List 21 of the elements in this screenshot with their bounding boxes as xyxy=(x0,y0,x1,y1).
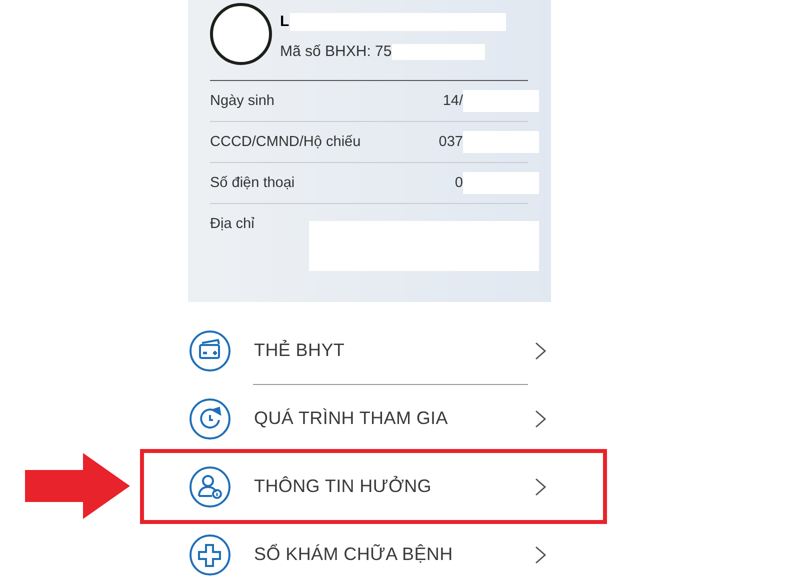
detail-label: Số điện thoại xyxy=(210,174,295,192)
user-info-icon xyxy=(189,466,231,508)
detail-value: 0 xyxy=(454,174,463,192)
plus-icon xyxy=(189,534,231,576)
detail-value: 037 xyxy=(438,133,463,151)
card-icon xyxy=(189,330,231,372)
chevron-icon xyxy=(535,478,546,496)
detail-value: 14/ xyxy=(442,92,463,110)
menu-item[interactable]: QUÁ TRÌNH THAM GIA xyxy=(188,385,552,452)
user-name: L xyxy=(280,13,290,31)
chevron-icon xyxy=(535,342,546,360)
clock-refresh-icon xyxy=(189,398,231,440)
detail-label: CCCD/CMND/Hộ chiếu xyxy=(210,133,361,151)
detail-label: Địa chỉ xyxy=(210,215,254,233)
detail-label: Ngày sinh xyxy=(210,92,274,110)
menu-item[interactable]: THẺ BHYT xyxy=(188,317,552,384)
menu-item[interactable]: SỔ KHÁM CHỮA BỆNH xyxy=(188,521,552,586)
menu-item[interactable]: THÔNG TIN HƯỞNG xyxy=(188,453,552,520)
chevron-icon xyxy=(535,410,546,428)
chevron-icon xyxy=(535,546,546,564)
insurance-number: Mã số BHXH: 75 xyxy=(280,43,392,61)
